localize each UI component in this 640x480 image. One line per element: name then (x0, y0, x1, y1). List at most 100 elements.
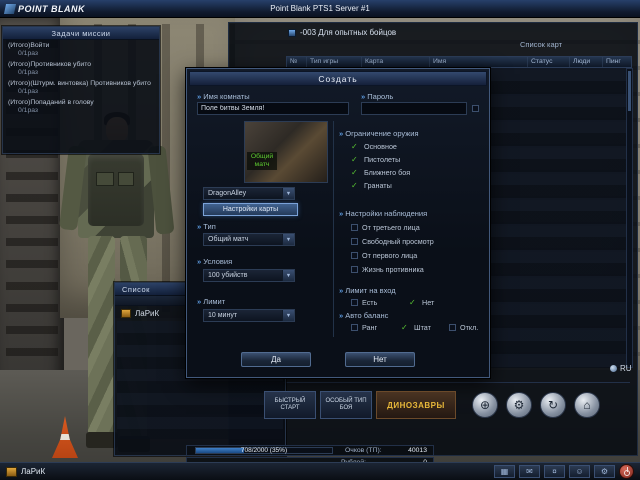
game-screen: POINT BLANK Point Blank PTS1 Server #1 -… (0, 0, 640, 480)
bottom-player-name: ЛаРиК (21, 467, 46, 476)
gear-icon[interactable] (506, 392, 532, 418)
password-label: Пароль (361, 92, 393, 101)
friends-icon[interactable]: ☺ (569, 465, 590, 478)
weapon-option-grenades[interactable]: Гранаты (351, 181, 392, 190)
room-name-input[interactable] (197, 102, 349, 115)
globe-icon[interactable] (472, 392, 498, 418)
column-people[interactable]: Люди (570, 57, 603, 67)
observation-section-header: Настройки наблюдения (339, 209, 427, 218)
confirm-button[interactable]: Да (241, 352, 311, 367)
entry-limit-no[interactable]: Нет (409, 298, 434, 307)
room-table-scrollbar[interactable] (626, 68, 633, 368)
mail-icon[interactable]: ✉ (519, 465, 540, 478)
column-status[interactable]: Статус (528, 57, 570, 67)
column-map[interactable]: Карта (362, 57, 430, 67)
check-icon (351, 156, 360, 164)
game-logo: POINT BLANK (0, 3, 150, 14)
password-input[interactable] (361, 102, 467, 115)
locale-label: RU (620, 364, 632, 373)
balance-staff[interactable]: Штат (401, 323, 431, 332)
shop-icon[interactable]: ¤ (544, 465, 565, 478)
bottom-icons: ▦ ✉ ¤ ☺ ⚙ (494, 464, 640, 479)
balance-rank[interactable]: Ранг (351, 323, 377, 332)
map-mode-badge: Общий матч (247, 152, 277, 170)
column-number[interactable]: № (287, 57, 307, 67)
soldier-vest (88, 154, 144, 226)
conditions-select[interactable]: 100 убийств (203, 269, 295, 282)
check-icon (351, 143, 360, 151)
observe-third-person[interactable]: От третьего лица (351, 223, 420, 232)
map-preview: Общий матч (244, 121, 328, 183)
checkbox-icon (351, 252, 358, 259)
mission-progress: 0/1раз (18, 50, 39, 57)
check-icon (351, 182, 360, 190)
locale-indicator: RU (610, 364, 632, 373)
maps-list-label: Список карт (520, 40, 563, 49)
special-mode-button[interactable]: ОСОБЫЙ ТИП БОЯ (320, 391, 372, 419)
column-ping[interactable]: Пинг (603, 57, 631, 67)
mission-panel-header: Задачи миссии (3, 27, 159, 40)
checkbox-icon (351, 224, 358, 231)
conditions-label: Условия (197, 257, 232, 266)
player-name: ЛаРиК (135, 309, 160, 318)
auto-balance-header: Авто баланс (339, 311, 388, 320)
room-title: -003 Для опытных бойцов (288, 28, 396, 37)
mission-name: (Итого)Войти (8, 42, 50, 49)
create-room-dialog: Создать Имя комнаты Пароль Общий матч Dr… (186, 68, 490, 378)
mission-item: (Итого)(Штурм. винтовка) Противников уби… (3, 78, 159, 97)
entry-limit-yes[interactable]: Есть (351, 298, 377, 307)
check-icon (401, 324, 410, 332)
settings-icon[interactable]: ⚙ (594, 465, 615, 478)
mission-name: (Итого)Противников убито (8, 61, 92, 68)
map-select[interactable]: DragonAlley (203, 187, 295, 200)
exp-progress-text: 708/2000 (35%) (240, 447, 288, 454)
type-select[interactable]: Общий матч (203, 233, 295, 246)
check-icon (409, 299, 418, 307)
mission-panel: Задачи миссии (Итого)Войти 0/1раз (Итого… (2, 26, 160, 154)
map-settings-button[interactable]: Настройки карты (203, 203, 298, 216)
checkbox-icon (351, 266, 358, 273)
power-button[interactable] (619, 464, 634, 479)
weapon-option-pistols[interactable]: Пистолеты (351, 155, 400, 164)
password-checkbox[interactable] (472, 105, 479, 112)
player-card-icon (6, 466, 17, 477)
mission-item: (Итого)Войти 0/1раз (3, 40, 159, 59)
logo-text: POINT BLANK (18, 3, 85, 14)
power-icon-bar (627, 467, 628, 472)
column-game-type[interactable]: Тип игры (307, 57, 362, 67)
titlebar: POINT BLANK Point Blank PTS1 Server #1 (0, 0, 640, 18)
mission-progress: 0/1раз (18, 88, 39, 95)
room-name-label: Имя комнаты (197, 92, 249, 101)
weapon-option-primary[interactable]: Основное (351, 142, 397, 151)
server-title: Point Blank PTS1 Server #1 (270, 4, 370, 13)
home-icon[interactable] (574, 392, 600, 418)
balance-off[interactable]: Откл. (449, 323, 478, 332)
points-value: 40013 (408, 447, 427, 454)
bottom-bar: ЛаРиК ▦ ✉ ¤ ☺ ⚙ (0, 462, 640, 480)
column-name[interactable]: Имя (430, 57, 528, 67)
mission-item: (Итого)Попаданий в голову 0/1раз (3, 97, 159, 116)
soldier-pouch (118, 172, 134, 186)
quick-start-button[interactable]: БЫСТРЫЙ СТАРТ (264, 391, 316, 419)
dialog-title: Создать (189, 71, 487, 86)
scrollbar-thumb[interactable] (628, 71, 631, 111)
limit-select[interactable]: 10 минут (203, 309, 295, 322)
dinosaurs-button[interactable]: ДИНОЗАВРЫ (376, 391, 456, 419)
refresh-icon[interactable] (540, 392, 566, 418)
player-chip[interactable]: ЛаРиК (0, 466, 46, 477)
type-label: Тип (197, 222, 216, 231)
exp-progress-bar: 708/2000 (35%) (195, 447, 333, 454)
mission-item: (Итого)Противников убито 0/1раз (3, 59, 159, 78)
observe-first-person[interactable]: От первого лица (351, 251, 417, 260)
mission-progress: 0/1раз (18, 107, 39, 114)
weapon-option-melee[interactable]: Ближнего боя (351, 168, 410, 177)
check-icon (351, 169, 360, 177)
observe-free-view[interactable]: Свободный просмотр (351, 237, 434, 246)
inventory-icon[interactable]: ▦ (494, 465, 515, 478)
mission-progress: 0/1раз (18, 69, 39, 76)
dialog-divider (333, 121, 334, 337)
globe-icon (610, 365, 617, 372)
cancel-button[interactable]: Нет (345, 352, 415, 367)
observe-enemy-health[interactable]: Жизнь противника (351, 265, 424, 274)
soldier-leg (88, 236, 115, 436)
